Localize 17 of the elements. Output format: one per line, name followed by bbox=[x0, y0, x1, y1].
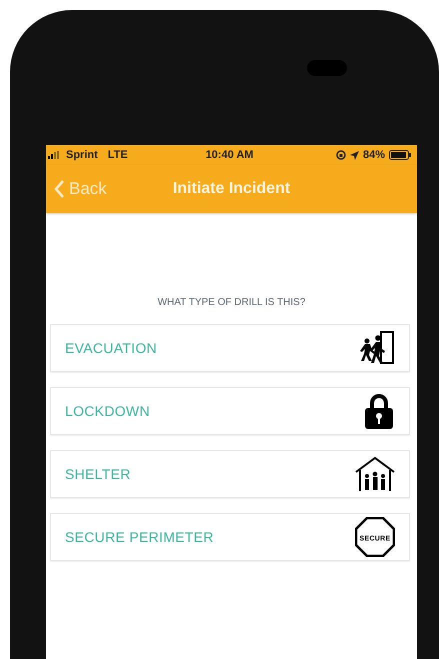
screen-title: Initiate Incident bbox=[172, 180, 290, 197]
drill-question: WHAT TYPE OF DRILL IS THIS? bbox=[156, 297, 306, 308]
drill-option[interactable]: EVACUATION bbox=[50, 324, 410, 372]
battery-percent: 84% bbox=[362, 149, 386, 161]
chevron-left-icon bbox=[54, 180, 65, 198]
signal-icon bbox=[48, 151, 62, 159]
location-arrow-icon bbox=[350, 150, 359, 160]
padlock-icon bbox=[363, 393, 395, 429]
carrier-text: Sprint bbox=[66, 149, 98, 161]
drill-option[interactable]: LOCKDOWN bbox=[50, 387, 410, 435]
drill-option[interactable]: SHELTER bbox=[50, 450, 410, 498]
people-running-to-door-icon bbox=[359, 331, 395, 365]
status-time: 10:40 AM bbox=[206, 149, 254, 161]
battery-icon bbox=[389, 150, 412, 160]
family-in-house-icon bbox=[355, 456, 395, 492]
network-text: LTE bbox=[108, 149, 128, 161]
back-button[interactable]: Back bbox=[46, 179, 115, 199]
